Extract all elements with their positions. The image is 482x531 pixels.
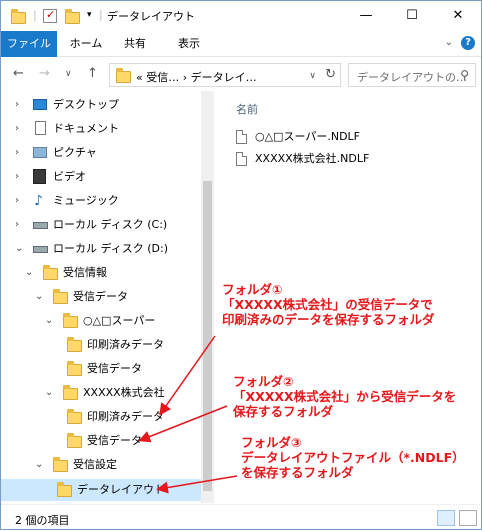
arrow-1 [159,335,216,416]
arrow-2 [138,405,228,443]
arrow-3 [156,475,238,494]
annotation-arrows [138,335,238,494]
explorer-window: | ✓ ▾ | データレイアウト — ☐ ✕ ファイル ホーム 共有 表示 ⌄ … [0,0,482,530]
